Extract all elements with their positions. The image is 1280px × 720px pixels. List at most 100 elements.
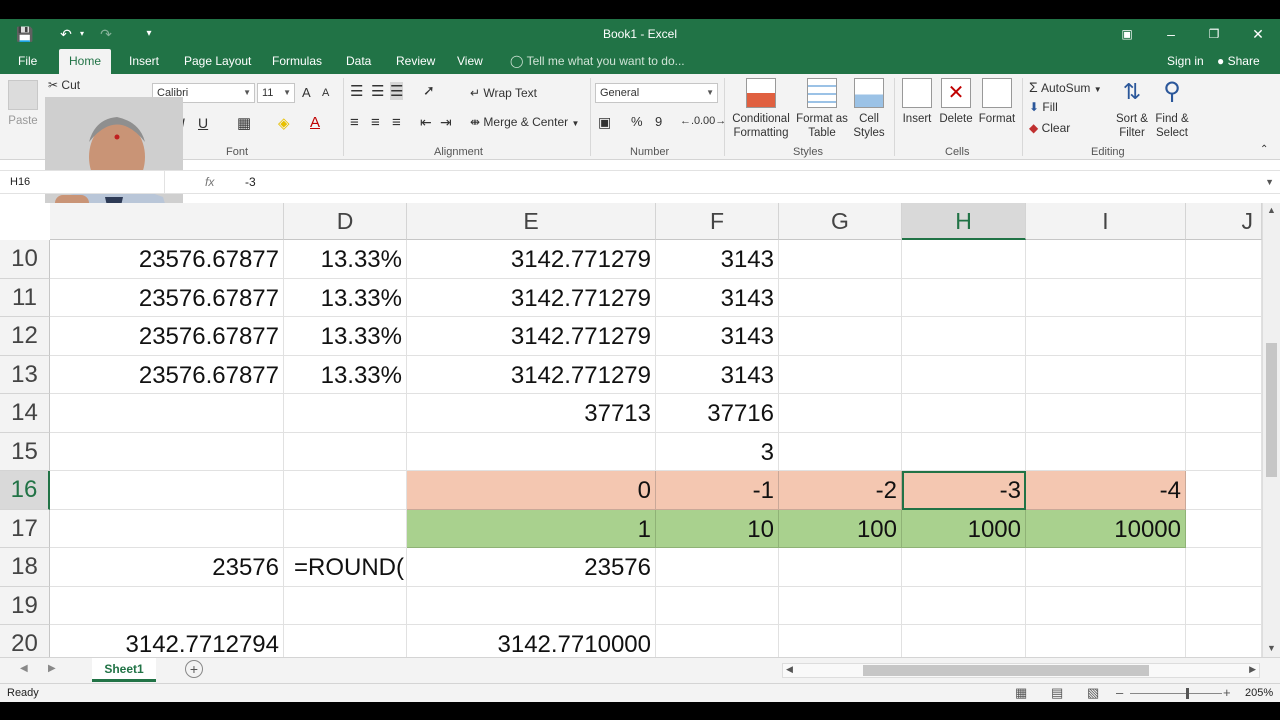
tell-me-box[interactable]: ◯ Tell me what you want to do... bbox=[500, 49, 695, 74]
align-bottom-icon[interactable]: ☰ bbox=[390, 82, 404, 100]
cell-c16[interactable] bbox=[50, 471, 284, 510]
cell-j19[interactable] bbox=[1186, 586, 1262, 625]
align-right-icon[interactable]: ≡ bbox=[392, 114, 401, 131]
number-format-select[interactable]: General ▼ bbox=[595, 83, 718, 103]
row-header-11[interactable]: 11 bbox=[0, 278, 50, 317]
scroll-right-icon[interactable]: ▶ bbox=[1249, 664, 1256, 675]
cell-d13[interactable]: 13.33% bbox=[284, 355, 407, 394]
cell-j15[interactable] bbox=[1186, 432, 1262, 471]
cell-c10[interactable]: 23576.67877 bbox=[50, 240, 284, 279]
cell-f14[interactable]: 37716 bbox=[656, 394, 779, 433]
cell-g13[interactable] bbox=[779, 355, 902, 394]
cell-h13[interactable] bbox=[902, 355, 1026, 394]
page-layout-view-icon[interactable]: ▤ bbox=[1051, 685, 1063, 701]
minimize-icon[interactable]: – bbox=[1160, 19, 1182, 49]
cell-f19[interactable] bbox=[656, 586, 779, 625]
cell-c15[interactable] bbox=[50, 432, 284, 471]
row-header-18[interactable]: 18 bbox=[0, 548, 50, 587]
grow-font-button[interactable]: A bbox=[302, 85, 311, 100]
cell-d10[interactable]: 13.33% bbox=[284, 240, 407, 279]
share-button[interactable]: ● Share bbox=[1207, 49, 1270, 74]
next-sheet-icon[interactable]: ▶ bbox=[48, 663, 56, 674]
cell-e20[interactable]: 3142.7710000 bbox=[407, 625, 656, 657]
percent-button[interactable]: % bbox=[631, 114, 643, 129]
prev-sheet-icon[interactable]: ◀ bbox=[20, 663, 28, 674]
cell-g14[interactable] bbox=[779, 394, 902, 433]
autosum-button[interactable]: Σ AutoSum ▼ bbox=[1029, 79, 1102, 95]
name-box[interactable]: H16 bbox=[0, 171, 165, 193]
cell-f13[interactable]: 3143 bbox=[656, 355, 779, 394]
cell-c12[interactable]: 23576.67877 bbox=[50, 317, 284, 356]
cell-i14[interactable] bbox=[1026, 394, 1186, 433]
expand-formula-bar-icon[interactable]: ▼ bbox=[1265, 171, 1274, 193]
column-header-e[interactable]: E bbox=[407, 203, 656, 240]
cell-e17[interactable]: 1 bbox=[407, 509, 656, 548]
row-header-14[interactable]: 14 bbox=[0, 394, 50, 433]
tab-data[interactable]: Data bbox=[336, 49, 381, 74]
cell-f20[interactable] bbox=[656, 625, 779, 657]
cell-i10[interactable] bbox=[1026, 240, 1186, 279]
comma-style-button[interactable]: 9 bbox=[655, 114, 662, 129]
horizontal-scrollbar[interactable]: ◀ ▶ bbox=[782, 663, 1260, 678]
column-header-g[interactable]: G bbox=[779, 203, 902, 240]
align-left-icon[interactable]: ≡ bbox=[350, 114, 359, 131]
column-header-j[interactable]: J bbox=[1186, 203, 1262, 240]
cell-h15[interactable] bbox=[902, 432, 1026, 471]
cell-i19[interactable] bbox=[1026, 586, 1186, 625]
ribbon-display-options-icon[interactable]: ▣ bbox=[1116, 19, 1138, 49]
normal-view-icon[interactable]: ▦ bbox=[1015, 685, 1027, 701]
cell-d17[interactable] bbox=[284, 509, 407, 548]
cell-h20[interactable] bbox=[902, 625, 1026, 657]
delete-cells-button[interactable]: ✕ Delete bbox=[938, 78, 974, 126]
conditional-formatting-button[interactable]: Conditional Formatting bbox=[728, 78, 794, 140]
cell-g11[interactable] bbox=[779, 278, 902, 317]
cell-d19[interactable] bbox=[284, 586, 407, 625]
cell-i20[interactable] bbox=[1026, 625, 1186, 657]
cell-c19[interactable] bbox=[50, 586, 284, 625]
underline-button[interactable]: U bbox=[198, 115, 208, 131]
format-as-table-button[interactable]: Format as Table bbox=[795, 78, 849, 140]
column-header-c[interactable] bbox=[50, 203, 284, 240]
column-header-i[interactable]: I bbox=[1026, 203, 1186, 240]
cell-j11[interactable] bbox=[1186, 278, 1262, 317]
cell-i17[interactable]: 10000 bbox=[1026, 509, 1186, 548]
cell-j20[interactable] bbox=[1186, 625, 1262, 657]
align-middle-icon[interactable]: ☰ bbox=[371, 82, 384, 100]
borders-icon[interactable]: ▦ bbox=[237, 114, 251, 132]
insert-function-icon[interactable]: fx bbox=[205, 171, 214, 193]
column-header-f[interactable]: F bbox=[656, 203, 779, 240]
cell-h17[interactable]: 1000 bbox=[902, 509, 1026, 548]
close-icon[interactable]: ✕ bbox=[1247, 19, 1269, 49]
find-select-button[interactable]: ⚲ Find & Select bbox=[1152, 78, 1192, 140]
column-header-h[interactable]: H bbox=[902, 203, 1026, 240]
cell-e18[interactable]: 23576 bbox=[407, 548, 656, 587]
cell-i18[interactable] bbox=[1026, 548, 1186, 587]
cell-f15[interactable]: 3 bbox=[656, 432, 779, 471]
cell-h16[interactable]: -3 bbox=[902, 471, 1026, 510]
fill-color-icon[interactable]: ◈ bbox=[278, 114, 290, 132]
cell-c17[interactable] bbox=[50, 509, 284, 548]
zoom-slider[interactable] bbox=[1130, 693, 1222, 694]
cell-f12[interactable]: 3143 bbox=[656, 317, 779, 356]
row-header-15[interactable]: 15 bbox=[0, 432, 50, 471]
zoom-in-icon[interactable]: + bbox=[1223, 685, 1231, 700]
row-header-16[interactable]: 16 bbox=[0, 471, 50, 510]
cell-i16[interactable]: -4 bbox=[1026, 471, 1186, 510]
cell-j10[interactable] bbox=[1186, 240, 1262, 279]
cell-j17[interactable] bbox=[1186, 509, 1262, 548]
cell-e10[interactable]: 3142.771279 bbox=[407, 240, 656, 279]
cell-c13[interactable]: 23576.67877 bbox=[50, 355, 284, 394]
row-header-17[interactable]: 17 bbox=[0, 509, 50, 548]
cell-g20[interactable] bbox=[779, 625, 902, 657]
cell-d14[interactable] bbox=[284, 394, 407, 433]
cell-d18[interactable]: =ROUND( bbox=[284, 548, 407, 587]
cell-j13[interactable] bbox=[1186, 355, 1262, 394]
cell-d20[interactable] bbox=[284, 625, 407, 657]
cell-g16[interactable]: -2 bbox=[779, 471, 902, 510]
collapse-ribbon-icon[interactable]: ⌃ bbox=[1260, 144, 1268, 155]
cell-c14[interactable] bbox=[50, 394, 284, 433]
cell-i11[interactable] bbox=[1026, 278, 1186, 317]
cell-j18[interactable] bbox=[1186, 548, 1262, 587]
cell-d11[interactable]: 13.33% bbox=[284, 278, 407, 317]
format-cells-button[interactable]: Format bbox=[977, 78, 1017, 126]
